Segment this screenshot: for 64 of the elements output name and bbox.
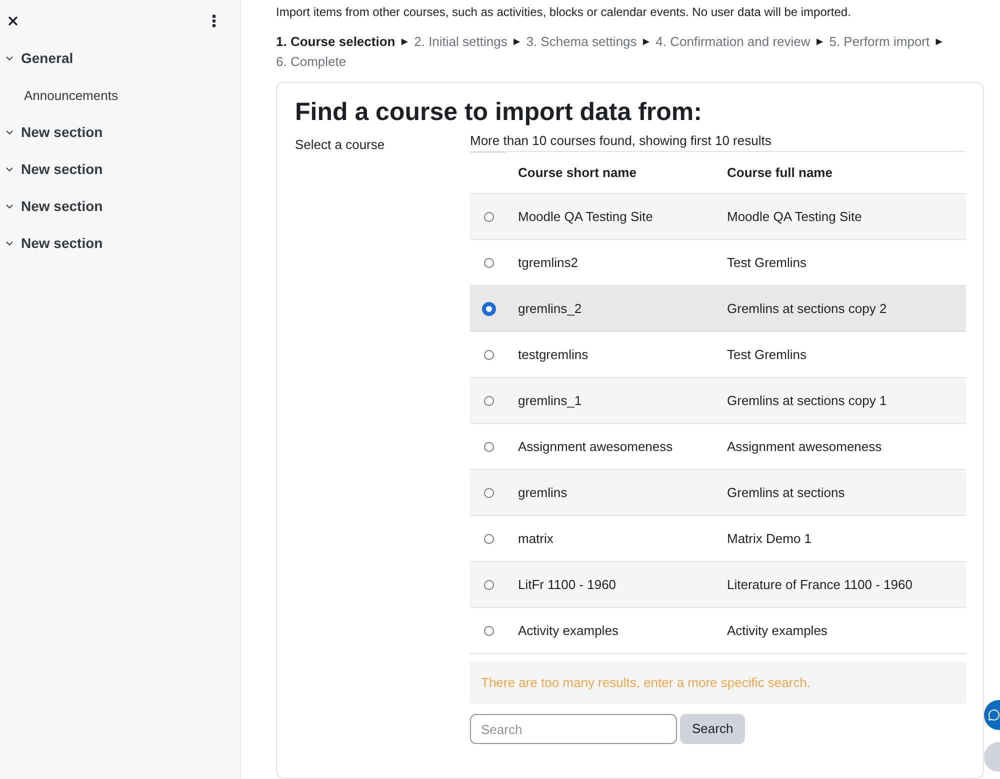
table-cell-text: Gremlins at sections xyxy=(727,484,845,502)
column-header: Course full name xyxy=(727,164,832,182)
table-cell-text: Test Gremlins xyxy=(727,346,806,364)
section-toggle[interactable]: New section xyxy=(0,151,240,188)
table-cell-text: Gremlins at sections copy 1 xyxy=(727,392,887,410)
radio-button[interactable] xyxy=(484,350,494,360)
step-label: 3. Schema settings xyxy=(526,33,637,51)
radio-button[interactable] xyxy=(484,580,494,590)
table-cell-text: gremlins_1 xyxy=(518,392,583,410)
step-label: 4. Confirmation and review xyxy=(656,33,810,51)
table-cell-text: Matrix Demo 1 xyxy=(727,530,812,548)
step-label: 1. Course selection xyxy=(276,33,396,51)
section-toggle[interactable]: General xyxy=(0,40,240,77)
step-separator: ► xyxy=(399,35,410,50)
course-row[interactable]: gremlins_1 Gremlins at sections copy 1 xyxy=(470,378,966,424)
step-separator: ► xyxy=(934,35,945,50)
table-cell-text: testgremlins xyxy=(518,346,590,364)
close-button[interactable] xyxy=(6,14,20,28)
search-field[interactable]: Search xyxy=(470,714,677,744)
card-title: Find a course to import data from: xyxy=(295,97,703,127)
section-toggle[interactable]: New section xyxy=(0,225,240,262)
step-separator: ► xyxy=(814,35,826,50)
radio-button[interactable] xyxy=(484,488,494,498)
table-cell-text: Literature of France 1100 - 1960 xyxy=(727,576,912,594)
table-cell-text: Test Gremlins xyxy=(727,254,806,272)
warning-text: There are too many results, enter a more specific search. xyxy=(481,674,810,692)
table-cell-text: gremlins_2 xyxy=(518,300,583,318)
table-cell-text: LitFr 1100 - 1960 xyxy=(518,576,618,594)
intro-text: Import items from other courses, such as activities, blocks or calendar events. No user data will be imported. xyxy=(276,4,852,20)
table-cell-text: gremlins xyxy=(518,484,568,502)
field-label: Select a course xyxy=(295,137,385,152)
radio-button[interactable] xyxy=(484,534,494,544)
section-toggle[interactable]: New section xyxy=(0,114,240,151)
section-toggle[interactable]: New section xyxy=(0,188,240,225)
table-cell-text: Moodle QA Testing Site xyxy=(727,208,862,226)
course-row[interactable]: gremlins_2 Gremlins at sections copy 2 xyxy=(470,286,966,332)
search-button[interactable]: Search xyxy=(680,714,746,744)
table-cell-text: Gremlins at sections copy 2 xyxy=(727,300,887,318)
radio-button[interactable] xyxy=(484,212,494,222)
course-row[interactable]: LitFr 1100 - 1960 Literature of France 1100 - 1960 xyxy=(470,562,966,608)
step-label: 5. Perform import xyxy=(829,33,930,51)
table-cell-text: Activity examples xyxy=(518,622,620,640)
table-cell-text: Moodle QA Testing Site xyxy=(518,208,654,226)
radio-button[interactable] xyxy=(482,302,496,316)
course-row[interactable]: Moodle QA Testing Site Moodle QA Testing Site xyxy=(470,194,966,240)
step-separator: ► xyxy=(640,35,652,50)
step-label: 6. Complete xyxy=(276,53,346,71)
column-header: Course short name xyxy=(518,164,638,182)
close-icon xyxy=(6,14,20,28)
radio-button[interactable] xyxy=(484,396,494,406)
table-cell-text: Assignment awesomeness xyxy=(518,438,674,456)
course-row[interactable]: gremlins Gremlins at sections xyxy=(470,470,966,516)
radio-button[interactable] xyxy=(484,258,494,268)
step-separator: ► xyxy=(511,35,522,50)
table-cell-text: Activity examples xyxy=(727,622,828,640)
table-cell-text: Assignment awesomeness xyxy=(727,438,882,456)
step-label: 2. Initial settings xyxy=(414,33,508,51)
radio-button[interactable] xyxy=(484,442,494,452)
table-cell-text: matrix xyxy=(518,530,554,548)
chat-icon xyxy=(988,709,1000,721)
radio-button[interactable] xyxy=(484,626,494,636)
result-note: More than 10 courses found, showing first 10 results xyxy=(470,133,966,152)
table-cell-text: tgremlins2 xyxy=(518,254,579,272)
sidebar-link[interactable]: Announcements xyxy=(0,77,240,114)
